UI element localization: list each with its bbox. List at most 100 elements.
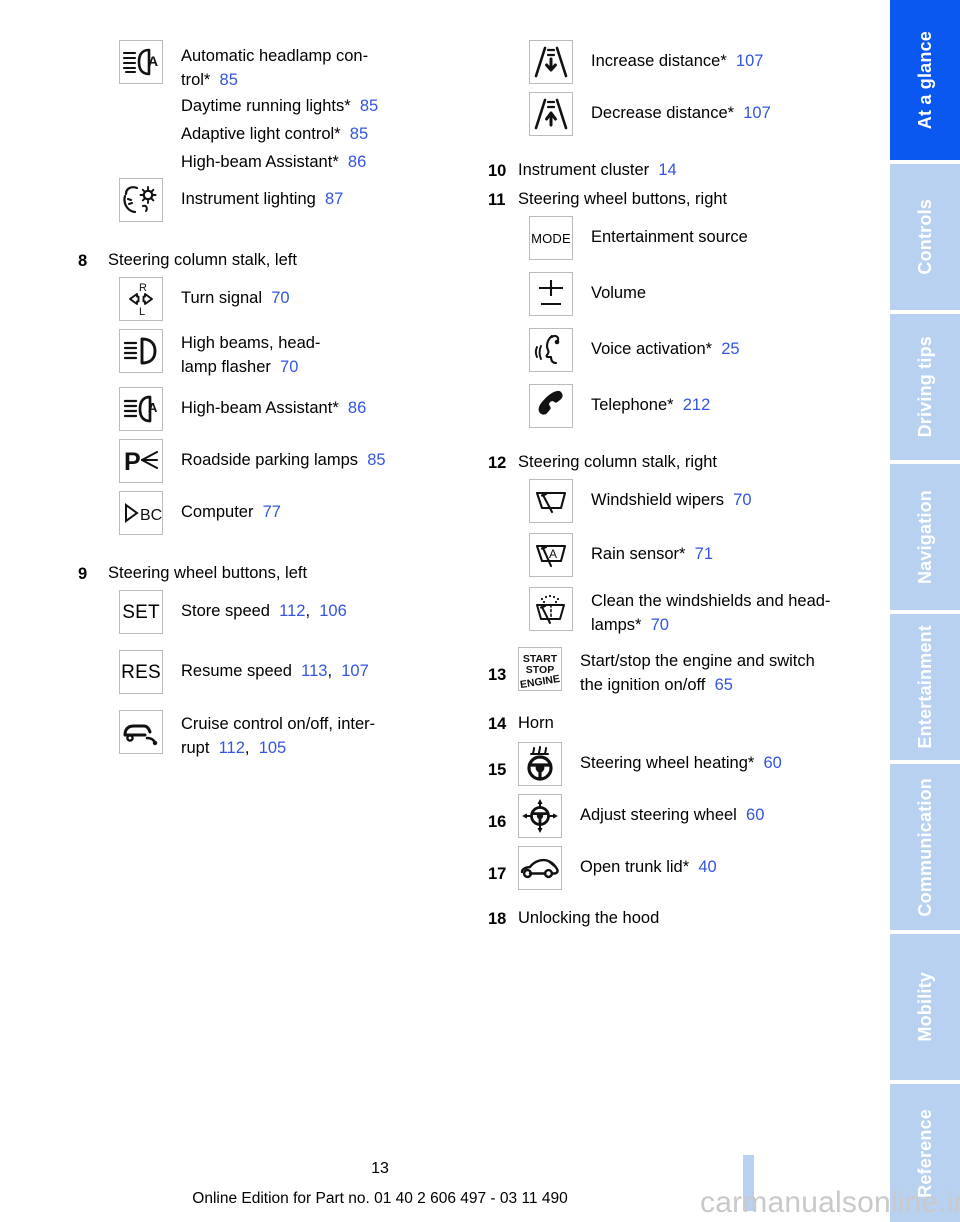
tab-label: Driving tips xyxy=(914,336,935,438)
icon-cell xyxy=(119,329,165,373)
icon-cell: MODE xyxy=(529,216,575,260)
entry-number: 10 xyxy=(488,162,507,180)
tab-communication[interactable]: Communication xyxy=(890,764,960,930)
page-reference[interactable]: 85 xyxy=(350,125,368,143)
page-reference[interactable]: 112 xyxy=(219,739,245,757)
volume-icon xyxy=(529,272,573,316)
list-item: R L Turn signal 70 xyxy=(78,277,478,321)
manual-page: At a glance Controls Driving tips Naviga… xyxy=(0,0,960,1222)
label-line-2-text: the ignition on/off xyxy=(580,676,706,694)
list-item-text: Rain sensor* 71 xyxy=(575,533,713,566)
tab-label: At a glance xyxy=(914,30,935,130)
page-reference-2[interactable]: 107 xyxy=(341,662,369,680)
page-reference[interactable]: 70 xyxy=(733,491,751,509)
page-reference[interactable]: 107 xyxy=(736,52,764,70)
page-reference-2[interactable]: 106 xyxy=(319,602,347,620)
page-reference[interactable]: 86 xyxy=(348,153,366,171)
page-reference[interactable]: 65 xyxy=(715,676,733,694)
entry-number: 11 xyxy=(488,191,506,209)
instrument-lighting-icon xyxy=(119,178,163,222)
icon-cell xyxy=(529,92,575,136)
tab-label: Navigation xyxy=(914,489,935,584)
icon-cell xyxy=(119,710,165,754)
list-item: MODE Entertainment source xyxy=(488,216,888,260)
numbered-entry-11: 11 Steering wheel buttons, right xyxy=(488,187,888,212)
high-beam-assistant-icon: A xyxy=(119,387,163,431)
tab-controls[interactable]: Controls xyxy=(890,164,960,310)
page-reference[interactable]: 70 xyxy=(271,289,289,307)
page-reference[interactable]: 25 xyxy=(721,340,739,358)
label: Resume speed xyxy=(181,662,292,680)
label-line-1: Start/stop the engine and switch xyxy=(580,652,815,670)
icon-cell: SET xyxy=(119,590,165,634)
label: Instrument lighting xyxy=(181,190,316,208)
list-item: High beams, head- lamp flasher 70 xyxy=(78,329,478,379)
label: Entertainment source xyxy=(591,228,748,246)
list-item-text: Open trunk lid* 40 xyxy=(564,846,717,879)
label-line-2: lamps* 70 xyxy=(591,613,830,637)
page-reference[interactable]: 113 xyxy=(301,662,327,680)
tab-mobility[interactable]: Mobility xyxy=(890,934,960,1080)
tab-label: Controls xyxy=(914,199,935,275)
icon-cell xyxy=(518,742,564,786)
label: Roadside parking lamps xyxy=(181,451,359,469)
label: Volume xyxy=(591,284,647,302)
label-line-2: trol* 85 xyxy=(181,68,368,92)
high-beams-headlamp-flasher-icon xyxy=(119,329,163,373)
label-line-1: Cruise control on/off, inter- xyxy=(181,715,376,733)
tab-navigation[interactable]: Navigation xyxy=(890,464,960,610)
page-reference[interactable]: 87 xyxy=(325,190,343,208)
icon-cell xyxy=(529,272,575,316)
list-item-text: Steering wheel heating* 60 xyxy=(564,742,782,775)
list-item-text: Daytime running lights* 85 xyxy=(165,94,378,118)
label-line-2-text: lamp flasher xyxy=(181,358,271,376)
svg-text:A: A xyxy=(148,53,158,69)
page-reference[interactable]: 107 xyxy=(743,104,771,122)
page-reference[interactable]: 40 xyxy=(698,858,716,876)
label-line-2: the ignition on/off 65 xyxy=(580,673,815,697)
page-reference[interactable]: 112 xyxy=(279,602,305,620)
page-reference[interactable]: 60 xyxy=(746,806,764,824)
right-column: Increase distance* 107 Decrease distance… xyxy=(488,40,888,931)
list-item: Telephone* 212 xyxy=(488,384,888,428)
tab-at-a-glance[interactable]: At a glance xyxy=(890,0,960,160)
page-reference[interactable]: 86 xyxy=(348,399,366,417)
label: Decrease distance* xyxy=(591,104,735,122)
page-reference[interactable]: 70 xyxy=(280,358,298,376)
page-reference[interactable]: 77 xyxy=(263,503,281,521)
page-reference[interactable]: 71 xyxy=(695,545,713,563)
icon-cell xyxy=(529,328,575,372)
page-reference[interactable]: 85 xyxy=(220,71,238,89)
tab-label: Entertainment xyxy=(914,625,935,749)
list-item-text: Adjust steering wheel 60 xyxy=(564,794,764,827)
svg-text:P: P xyxy=(124,448,141,476)
entry-number: 14 xyxy=(488,715,507,733)
page-reference[interactable]: 60 xyxy=(763,754,781,772)
icon-cell xyxy=(529,479,575,523)
list-item-text: Computer 77 xyxy=(165,491,281,524)
page-reference[interactable]: 85 xyxy=(360,97,378,115)
icon-cell: START STOP ENGINE xyxy=(518,647,564,691)
res-button-icon: RES xyxy=(119,650,163,694)
page-reference[interactable]: 85 xyxy=(367,451,385,469)
page-reference[interactable]: 70 xyxy=(651,616,669,634)
numbered-entry-15: 15 Steering wheel heating* 60 xyxy=(488,742,888,786)
tab-entertainment[interactable]: Entertainment xyxy=(890,614,960,760)
page-reference[interactable]: 14 xyxy=(658,161,676,179)
list-item-text: High beams, head- lamp flasher 70 xyxy=(165,329,320,379)
automatic-headlamp-control-icon: A xyxy=(119,40,163,84)
svg-text:A: A xyxy=(549,547,557,561)
tab-driving-tips[interactable]: Driving tips xyxy=(890,314,960,460)
icon-cell xyxy=(529,587,575,631)
entry-title: Instrument cluster 14 xyxy=(518,158,677,182)
label: Telephone* xyxy=(591,396,674,414)
icon-cell: A xyxy=(119,387,165,431)
label-line-1: Clean the windshields and head- xyxy=(591,592,831,610)
page-reference[interactable]: 212 xyxy=(683,396,711,414)
page-reference-2[interactable]: 105 xyxy=(259,739,287,757)
list-item: Cruise control on/off, inter- rupt 112, … xyxy=(78,710,478,760)
entry-title: Steering column stalk, left xyxy=(108,251,297,269)
list-item-text: Decrease distance* 107 xyxy=(575,92,771,125)
left-column: A Automatic headlamp con- trol* 85 Dayti… xyxy=(78,40,478,760)
list-item: RES Resume speed 113, 107 xyxy=(78,650,478,694)
